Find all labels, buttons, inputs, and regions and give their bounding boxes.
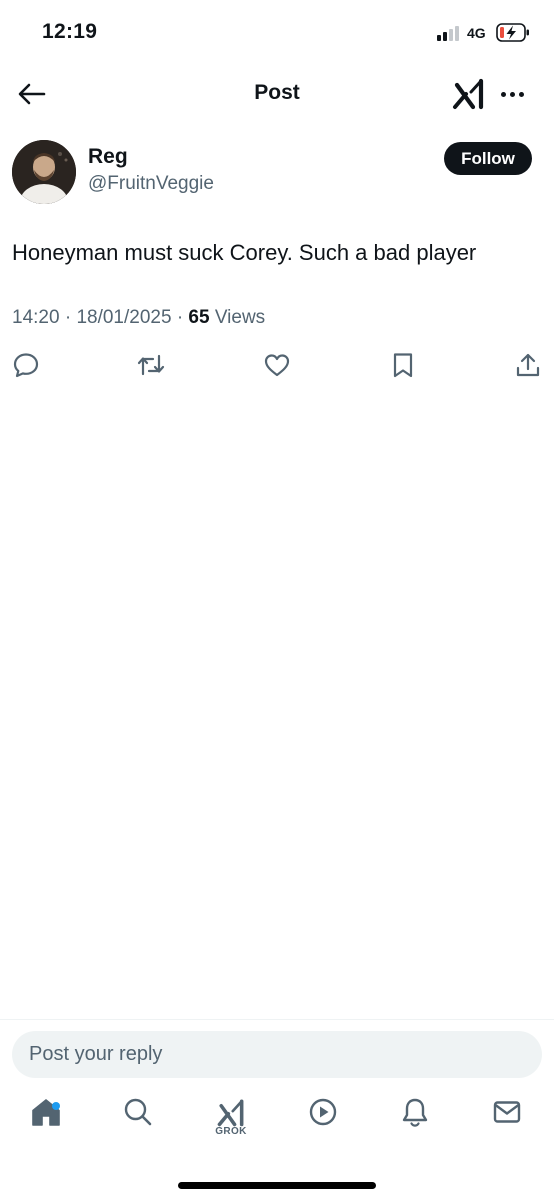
post-text: Honeyman must suck Corey. Such a bad pla… [12, 240, 477, 265]
more-icon [500, 91, 506, 97]
home-notification-dot [52, 1102, 60, 1110]
tab-video[interactable] [298, 1096, 348, 1146]
post-date[interactable]: 18/01/2025 [76, 307, 171, 328]
home-icon [32, 1099, 60, 1126]
bookmark-button[interactable] [388, 350, 418, 380]
reply-input[interactable] [12, 1031, 542, 1078]
author-handle[interactable]: @FruitnVeggie [88, 173, 214, 195]
like-icon [264, 354, 290, 377]
network-type: 4G [467, 25, 486, 41]
share-icon [516, 353, 540, 377]
post-meta: 14:20 · 18/01/2025 · 65 Views [12, 307, 265, 329]
bell-icon [402, 1098, 428, 1127]
share-button[interactable] [513, 350, 543, 380]
views-label: Views [214, 307, 266, 328]
more-button[interactable] [497, 82, 527, 106]
back-arrow-icon [18, 83, 46, 105]
post-time[interactable]: 14:20 [12, 307, 60, 328]
avatar-image [12, 140, 76, 204]
views-count: 65 [188, 307, 210, 328]
bookmark-icon [393, 353, 413, 378]
meta-separator: · [176, 307, 184, 328]
author-name[interactable]: Reg [88, 145, 128, 169]
post-header: Post [0, 66, 554, 124]
back-button[interactable] [14, 78, 50, 110]
home-indicator[interactable] [178, 1182, 376, 1189]
tab-home[interactable] [21, 1096, 71, 1146]
post-actions [0, 350, 554, 382]
tab-messages[interactable] [482, 1096, 532, 1146]
reply-divider [0, 1019, 554, 1020]
repost-button[interactable] [136, 350, 166, 380]
tab-search[interactable] [113, 1096, 163, 1146]
grok-icon[interactable] [451, 76, 487, 112]
avatar[interactable] [12, 140, 76, 204]
like-button[interactable] [262, 350, 292, 380]
grok-label: GROK [215, 1126, 247, 1137]
grok-icon [217, 1099, 244, 1127]
tab-bar: GROK [0, 1096, 554, 1156]
status-bar: 12:19 4G [0, 0, 554, 66]
tab-grok[interactable]: GROK [206, 1096, 256, 1146]
status-time: 12:19 [42, 20, 98, 43]
search-icon [124, 1098, 152, 1126]
mail-icon [493, 1101, 521, 1123]
reply-icon [13, 353, 39, 378]
signal-icon [437, 25, 463, 41]
follow-button[interactable]: Follow [444, 142, 532, 175]
play-icon [309, 1098, 337, 1126]
reply-button[interactable] [11, 350, 41, 380]
meta-separator: · [64, 307, 72, 328]
battery-icon [496, 23, 529, 42]
repost-icon [137, 354, 165, 376]
tab-notifications[interactable] [390, 1096, 440, 1146]
